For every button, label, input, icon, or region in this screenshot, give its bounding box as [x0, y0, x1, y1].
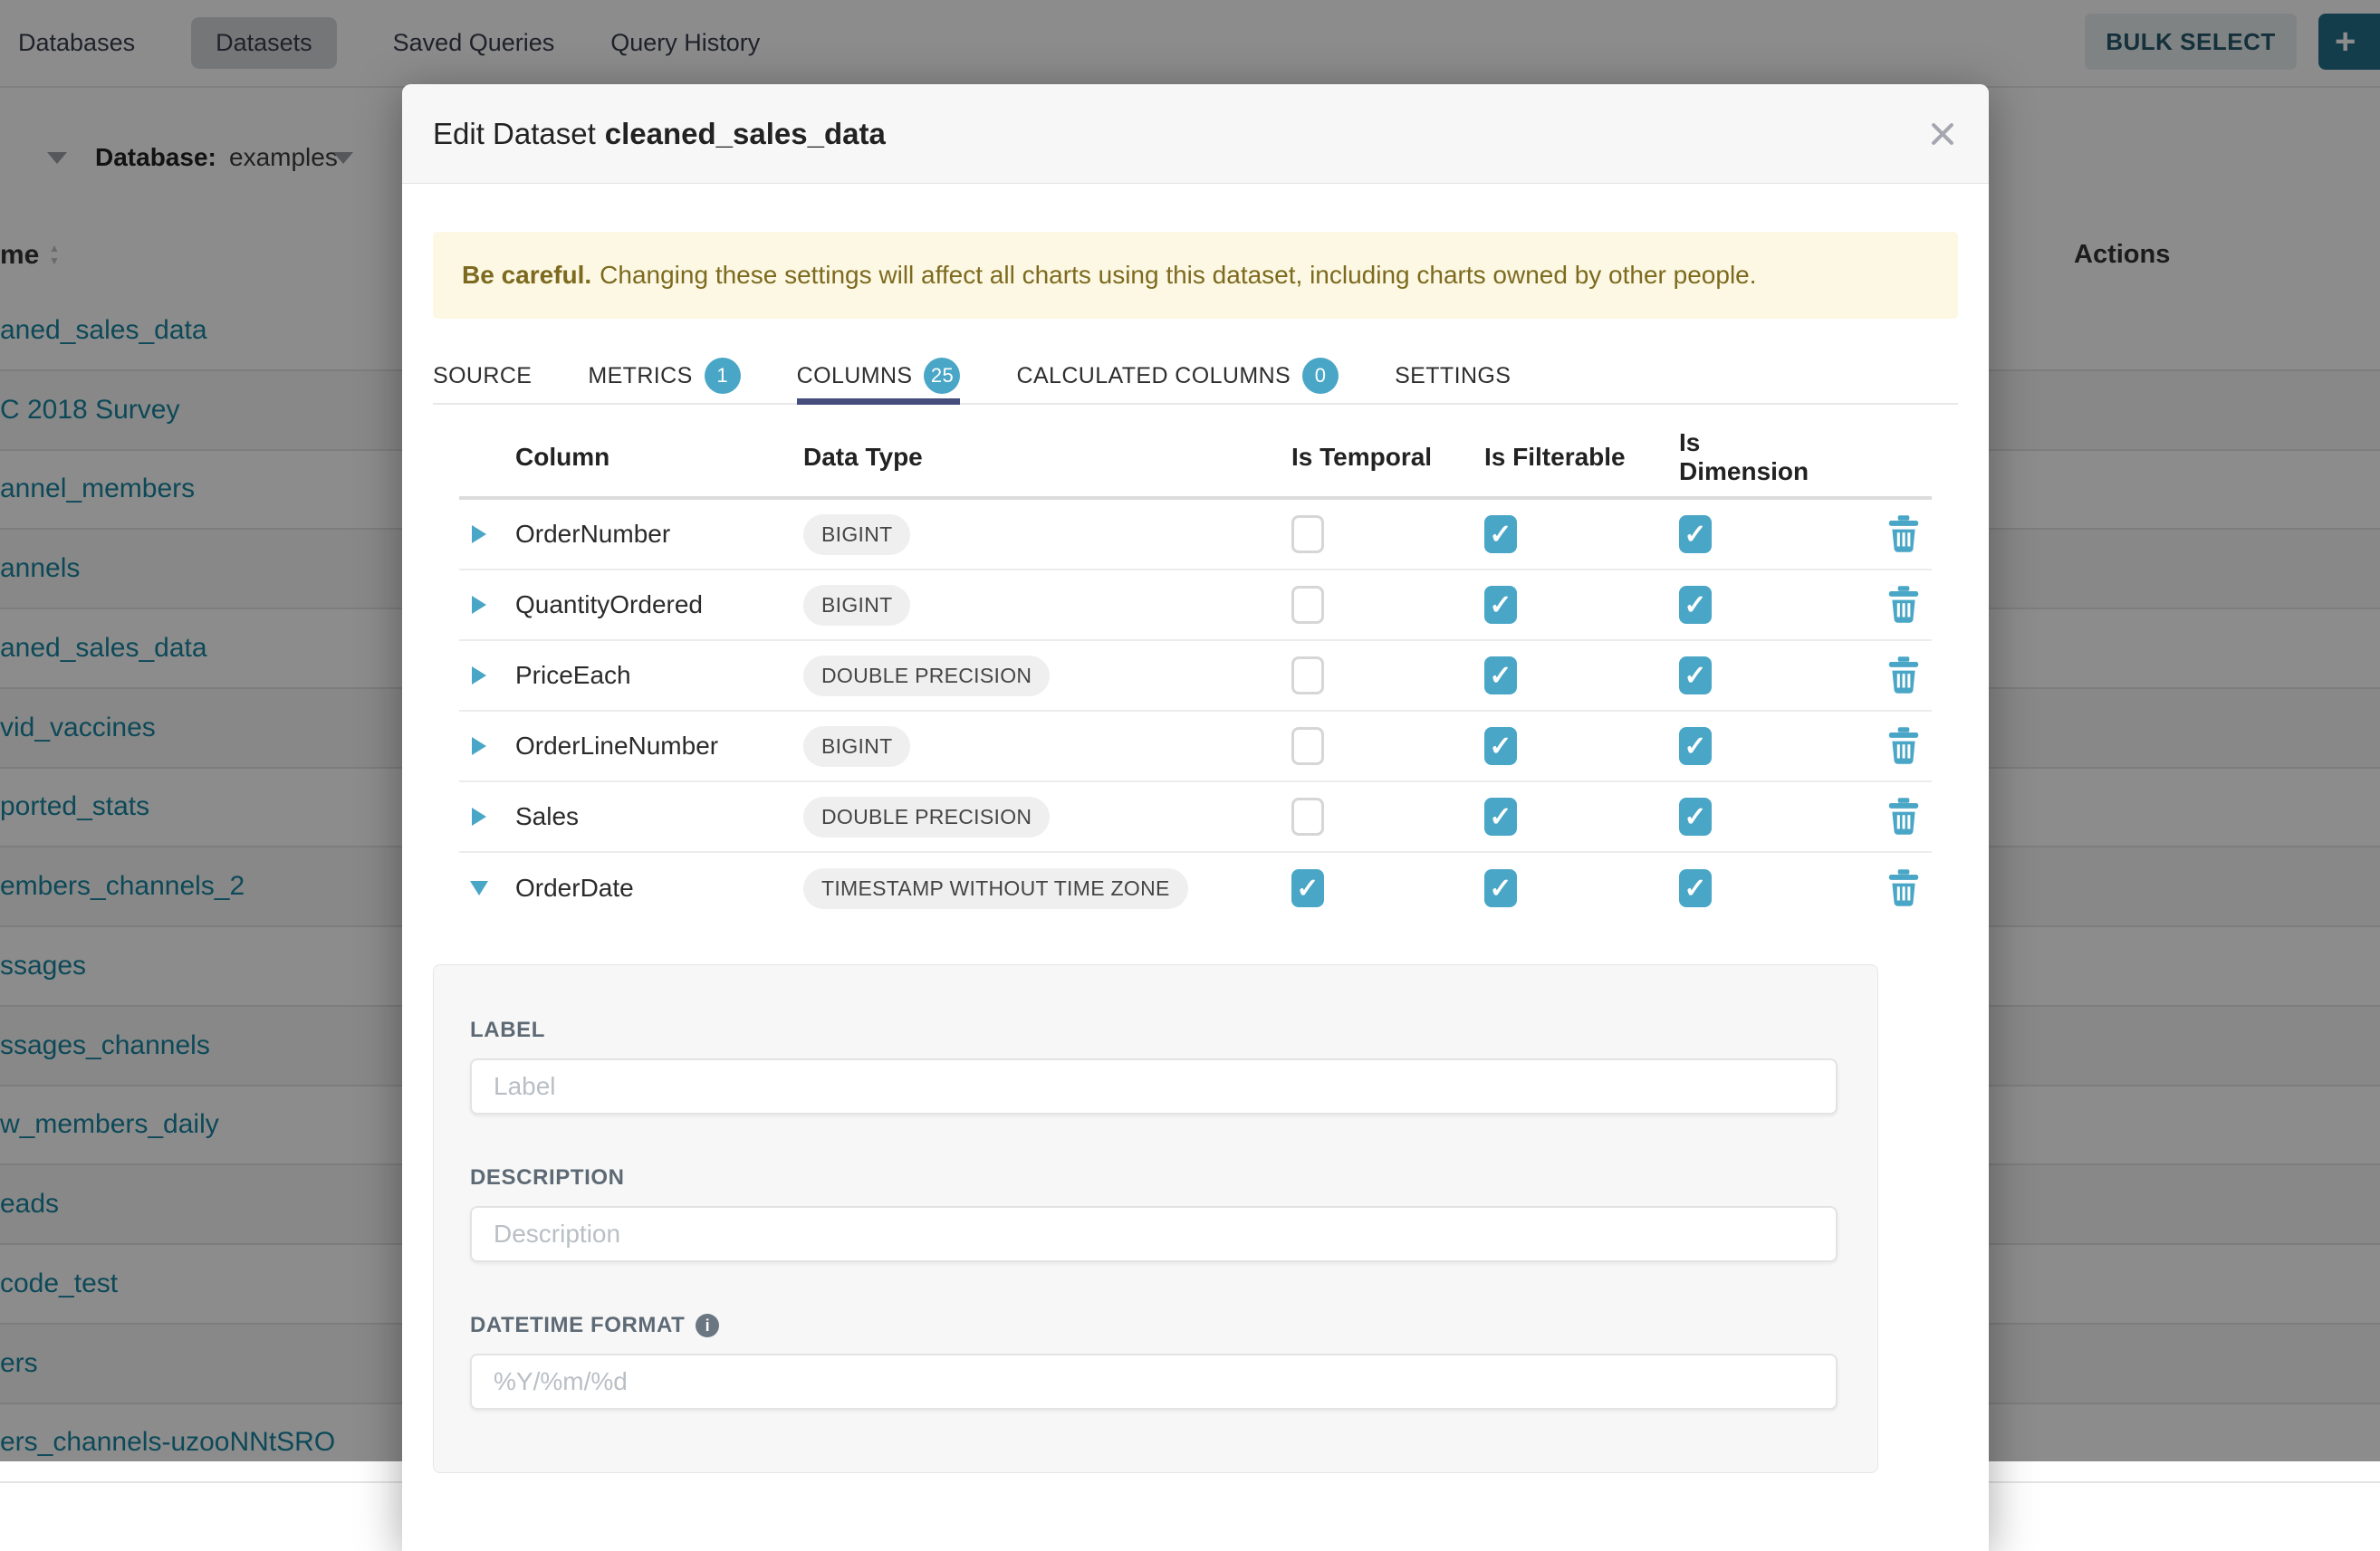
is-temporal-checkbox[interactable]: [1291, 798, 1324, 836]
label-field-group: LABEL: [470, 1018, 1841, 1115]
column-row-ordernumber: OrderNumberBIGINT ✓ ✓: [459, 500, 1932, 570]
column-row-priceeach: PriceEachDOUBLE PRECISION ✓ ✓: [459, 641, 1932, 712]
trash-icon[interactable]: [1887, 586, 1920, 624]
data-type-pill: DOUBLE PRECISION: [803, 797, 1050, 838]
tab-settings[interactable]: SETTINGS: [1395, 349, 1511, 403]
tab-count-badge: 1: [705, 358, 741, 394]
modal-body: Be careful. Changing these settings will…: [402, 232, 1989, 1473]
is-temporal-checkbox[interactable]: ✓: [1291, 869, 1324, 907]
data-type-header: Data Type: [803, 443, 1249, 472]
label-field-label: LABEL: [470, 1018, 1841, 1043]
is-temporal-checkbox[interactable]: [1291, 656, 1324, 694]
expand-caret-icon[interactable]: [472, 596, 486, 614]
trash-icon[interactable]: [1887, 727, 1920, 765]
column-row-sales: SalesDOUBLE PRECISION ✓ ✓: [459, 782, 1932, 853]
datetime-format-input[interactable]: [470, 1354, 1838, 1410]
tab-count-badge: 25: [924, 358, 960, 394]
column-name: OrderNumber: [506, 520, 803, 549]
is-temporal-header: Is Temporal: [1249, 443, 1442, 472]
tab-label: CALCULATED COLUMNS: [1016, 363, 1291, 389]
tab-calculated-columns[interactable]: CALCULATED COLUMNS 0: [1016, 349, 1339, 403]
column-name: QuantityOrdered: [506, 590, 803, 619]
is-dimension-checkbox[interactable]: ✓: [1679, 656, 1712, 694]
column-row-orderlinenumber: OrderLineNumberBIGINT ✓ ✓: [459, 712, 1932, 782]
warning-banner: Be careful. Changing these settings will…: [433, 232, 1958, 319]
is-temporal-checkbox[interactable]: [1291, 727, 1324, 765]
data-type-pill: DOUBLE PRECISION: [803, 656, 1050, 696]
modal-tabs: SOURCE METRICS 1 COLUMNS 25 CALCULATED COLUMN…: [433, 349, 1958, 405]
is-filterable-checkbox[interactable]: ✓: [1484, 586, 1517, 624]
description-field-label: DESCRIPTION: [470, 1165, 1841, 1191]
data-type-pill: TIMESTAMP WITHOUT TIME ZONE: [803, 868, 1188, 909]
collapse-caret-icon[interactable]: [470, 881, 488, 895]
is-filterable-checkbox[interactable]: ✓: [1484, 869, 1517, 907]
datetime-format-label: DATETIME FORMAT: [470, 1313, 685, 1338]
description-input[interactable]: [470, 1206, 1838, 1262]
expand-caret-icon[interactable]: [472, 666, 486, 685]
column-name: PriceEach: [506, 661, 803, 690]
info-icon[interactable]: i: [696, 1314, 719, 1337]
column-name: Sales: [506, 802, 803, 831]
tab-metrics[interactable]: METRICS 1: [588, 349, 740, 403]
tab-count-badge: 0: [1302, 358, 1339, 394]
close-icon[interactable]: [1927, 119, 1958, 149]
trash-icon[interactable]: [1887, 656, 1920, 694]
modal-header: Edit Datasetcleaned_sales_data: [402, 84, 1989, 184]
trash-icon[interactable]: [1887, 798, 1920, 836]
modal-title: Edit Datasetcleaned_sales_data: [433, 117, 886, 151]
label-input[interactable]: [470, 1058, 1838, 1115]
is-dimension-checkbox[interactable]: ✓: [1679, 586, 1712, 624]
column-name: OrderLineNumber: [506, 732, 803, 761]
is-temporal-checkbox[interactable]: [1291, 515, 1324, 553]
tab-label: METRICS: [588, 363, 692, 389]
is-dimension-header: Is Dimension: [1636, 428, 1833, 486]
description-field-group: DESCRIPTION: [470, 1165, 1841, 1262]
is-filterable-checkbox[interactable]: ✓: [1484, 656, 1517, 694]
is-dimension-checkbox[interactable]: ✓: [1679, 515, 1712, 553]
column-row-orderdate: OrderDateTIMESTAMP WITHOUT TIME ZONE ✓ ✓ ✓: [459, 853, 1932, 924]
columns-table: Column Data Type Is Temporal Is Filterab…: [459, 405, 1932, 924]
columns-table-header: Column Data Type Is Temporal Is Filterab…: [459, 405, 1932, 500]
is-dimension-checkbox[interactable]: ✓: [1679, 798, 1712, 836]
tab-source[interactable]: SOURCE: [433, 349, 532, 403]
expand-caret-icon[interactable]: [472, 525, 486, 543]
tab-label: SETTINGS: [1395, 363, 1511, 389]
data-type-pill: BIGINT: [803, 514, 910, 555]
column-name: OrderDate: [506, 874, 803, 903]
is-filterable-checkbox[interactable]: ✓: [1484, 798, 1517, 836]
is-dimension-checkbox[interactable]: ✓: [1679, 727, 1712, 765]
trash-icon[interactable]: [1887, 515, 1920, 553]
expand-caret-icon[interactable]: [472, 808, 486, 826]
data-type-pill: BIGINT: [803, 726, 910, 767]
tab-label: COLUMNS: [797, 363, 913, 389]
tab-columns[interactable]: COLUMNS 25: [797, 349, 961, 403]
tab-label: SOURCE: [433, 363, 532, 389]
column-header: Column: [506, 443, 803, 472]
edit-dataset-modal: Edit Datasetcleaned_sales_data Be carefu…: [402, 84, 1989, 1551]
datetime-format-field-group: DATETIME FORMAT i: [470, 1313, 1841, 1410]
trash-icon[interactable]: [1887, 869, 1920, 907]
is-filterable-checkbox[interactable]: ✓: [1484, 515, 1517, 553]
column-row-quantityordered: QuantityOrderedBIGINT ✓ ✓: [459, 570, 1932, 641]
expand-caret-icon[interactable]: [472, 737, 486, 755]
is-dimension-checkbox[interactable]: ✓: [1679, 869, 1712, 907]
data-type-pill: BIGINT: [803, 585, 910, 626]
column-editor-panel: LABEL DESCRIPTION DATETIME FORMAT i: [433, 964, 1878, 1473]
is-filterable-header: Is Filterable: [1442, 443, 1636, 472]
is-filterable-checkbox[interactable]: ✓: [1484, 727, 1517, 765]
is-temporal-checkbox[interactable]: [1291, 586, 1324, 624]
